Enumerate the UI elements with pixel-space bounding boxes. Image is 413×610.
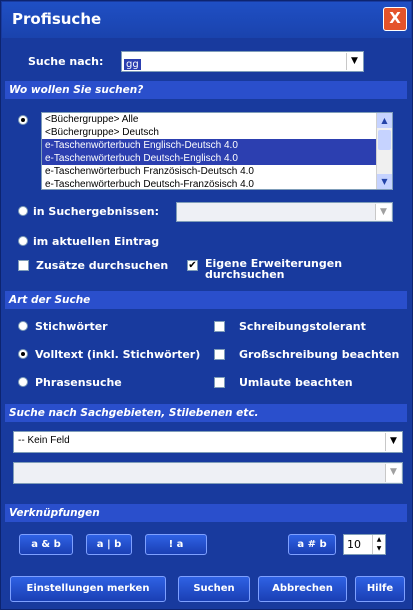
checkbox-case-label: Großschreibung beachten bbox=[239, 348, 400, 361]
book-list-rows: <Büchergruppe> Alle <Büchergruppe> Deutsc… bbox=[42, 113, 392, 189]
book-list-item[interactable]: e-Taschenwörterbuch Deutsch-Englisch 4.0 bbox=[42, 152, 392, 165]
links-section-header: Verknüpfungen bbox=[5, 504, 407, 522]
chevron-up-icon[interactable]: ▲ bbox=[373, 535, 385, 544]
checkbox-spelling-tolerant-label: Schreibungstolerant bbox=[239, 320, 366, 333]
checkbox-additions[interactable] bbox=[18, 260, 29, 271]
book-list-scrollbar[interactable]: ▲ ▼ bbox=[376, 113, 392, 189]
book-list-item[interactable]: <Büchergruppe> Deutsch bbox=[42, 126, 392, 139]
stepper-arrows[interactable]: ▲ ▼ bbox=[372, 535, 385, 554]
checkbox-umlauts[interactable] bbox=[214, 377, 225, 388]
distance-value[interactable]: 10 bbox=[347, 538, 361, 551]
checkbox-additions-label: Zusätze durchsuchen bbox=[36, 259, 169, 272]
field-value-combobox[interactable]: ▼ bbox=[13, 462, 403, 484]
radio-fulltext[interactable] bbox=[18, 349, 28, 359]
chevron-down-icon[interactable]: ▼ bbox=[385, 433, 401, 451]
checkbox-umlauts-label: Umlaute beachten bbox=[239, 376, 353, 389]
checkbox-case[interactable] bbox=[214, 349, 225, 360]
radio-current-entry[interactable] bbox=[18, 236, 28, 246]
scroll-thumb[interactable] bbox=[378, 130, 391, 150]
search-button[interactable]: Suchen bbox=[178, 576, 250, 602]
radio-in-results[interactable] bbox=[18, 206, 28, 216]
close-icon[interactable]: X bbox=[383, 7, 407, 31]
near-button[interactable]: a # b bbox=[288, 534, 336, 555]
search-combobox[interactable]: gg ▼ bbox=[121, 51, 364, 72]
profisuche-dialog: Profisuche X Suche nach: gg ▼ Wo wollen … bbox=[0, 0, 413, 610]
chevron-down-icon[interactable]: ▼ bbox=[385, 464, 401, 482]
fields-section-header: Suche nach Sachgebieten, Stilebenen etc. bbox=[5, 404, 407, 422]
radio-phrase[interactable] bbox=[18, 377, 28, 387]
window-title: Profisuche bbox=[12, 10, 102, 28]
save-settings-button[interactable]: Einstellungen merken bbox=[10, 576, 166, 602]
book-list-item[interactable]: e-Taschenwörterbuch Deutsch-Französisch … bbox=[42, 178, 392, 189]
results-combobox[interactable]: ▼ bbox=[176, 202, 393, 222]
scroll-down-icon[interactable]: ▼ bbox=[377, 174, 392, 189]
search-label: Suche nach: bbox=[28, 55, 104, 68]
radio-books[interactable] bbox=[18, 115, 28, 125]
scroll-up-icon[interactable]: ▲ bbox=[377, 113, 392, 128]
chevron-down-icon[interactable]: ▼ bbox=[346, 53, 362, 70]
field-combobox[interactable]: -- Kein Feld ▼ bbox=[13, 431, 403, 453]
book-list-item[interactable]: e-Taschenwörterbuch Englisch-Deutsch 4.0 bbox=[42, 139, 392, 152]
or-button[interactable]: a | b bbox=[86, 534, 132, 555]
radio-keywords[interactable] bbox=[18, 321, 28, 331]
title-bar[interactable]: Profisuche X bbox=[2, 2, 411, 38]
radio-fulltext-label: Volltext (inkl. Stichwörter) bbox=[35, 348, 201, 361]
radio-keywords-label: Stichwörter bbox=[35, 320, 108, 333]
search-input-value[interactable]: gg bbox=[124, 59, 141, 70]
checkbox-extensions[interactable]: ✔ bbox=[187, 260, 198, 271]
book-list-item[interactable]: <Büchergruppe> Alle bbox=[42, 113, 392, 126]
kind-section-header: Art der Suche bbox=[5, 291, 407, 309]
where-section-header: Wo wollen Sie suchen? bbox=[5, 81, 407, 99]
radio-phrase-label: Phrasensuche bbox=[35, 376, 122, 389]
and-button[interactable]: a & b bbox=[19, 534, 73, 555]
book-list[interactable]: <Büchergruppe> Alle <Büchergruppe> Deutsc… bbox=[41, 112, 393, 190]
not-button[interactable]: ! a bbox=[145, 534, 207, 555]
field-combobox-value: -- Kein Feld bbox=[18, 435, 70, 446]
checkbox-extensions-label: Eigene Erweiterungen durchsuchen bbox=[205, 257, 343, 281]
cancel-button[interactable]: Abbrechen bbox=[258, 576, 347, 602]
chevron-down-icon[interactable]: ▼ bbox=[373, 544, 385, 553]
distance-stepper[interactable]: 10 ▲ ▼ bbox=[343, 534, 386, 555]
radio-in-results-label: in Suchergebnissen: bbox=[33, 205, 160, 218]
chevron-down-icon[interactable]: ▼ bbox=[375, 204, 391, 220]
radio-current-entry-label: im aktuellen Eintrag bbox=[33, 235, 160, 248]
checkbox-spelling-tolerant[interactable] bbox=[214, 321, 225, 332]
help-button[interactable]: Hilfe bbox=[355, 576, 405, 602]
book-list-item[interactable]: e-Taschenwörterbuch Französisch-Deutsch … bbox=[42, 165, 392, 178]
